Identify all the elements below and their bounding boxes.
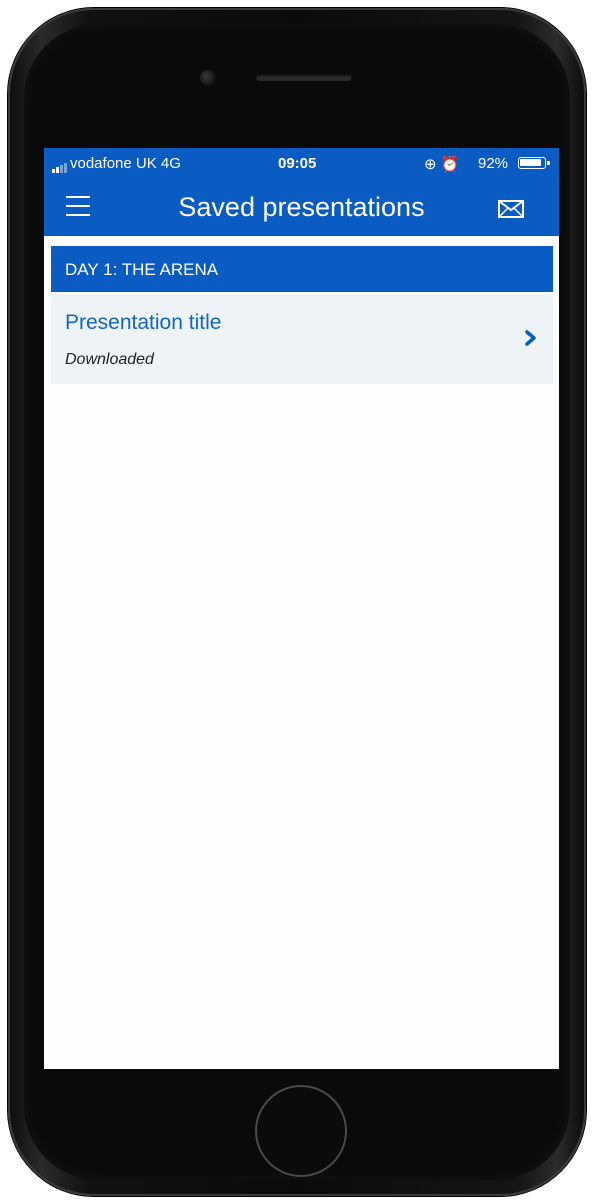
front-camera <box>200 70 216 86</box>
carrier-label: vodafone UK 4G <box>70 155 181 172</box>
download-status: Downloaded <box>65 351 154 368</box>
envelope-icon[interactable] <box>498 200 526 220</box>
battery-icon <box>518 157 550 169</box>
chevron-right-icon <box>525 330 537 346</box>
presentation-list-item[interactable]: Presentation title Downloaded <box>51 294 553 384</box>
clock: 09:05 <box>278 155 317 172</box>
status-bar: vodafone UK 4G 09:05 ⊕ ⏰ 92% <box>44 148 559 178</box>
earpiece-speaker <box>256 74 352 81</box>
home-button[interactable] <box>255 1085 347 1177</box>
status-icons: ⊕ ⏰ <box>424 156 460 173</box>
section-header: DAY 1: THE ARENA <box>51 246 553 292</box>
battery-percent: 92% <box>478 155 509 172</box>
signal-strength-icon <box>52 156 68 173</box>
presentation-title: Presentation title <box>65 311 222 334</box>
page-title: Saved presentations <box>178 192 425 222</box>
app-screen: vodafone UK 4G 09:05 ⊕ ⏰ 92% Saved prese… <box>44 148 559 1069</box>
app-header: Saved presentations <box>44 178 559 236</box>
